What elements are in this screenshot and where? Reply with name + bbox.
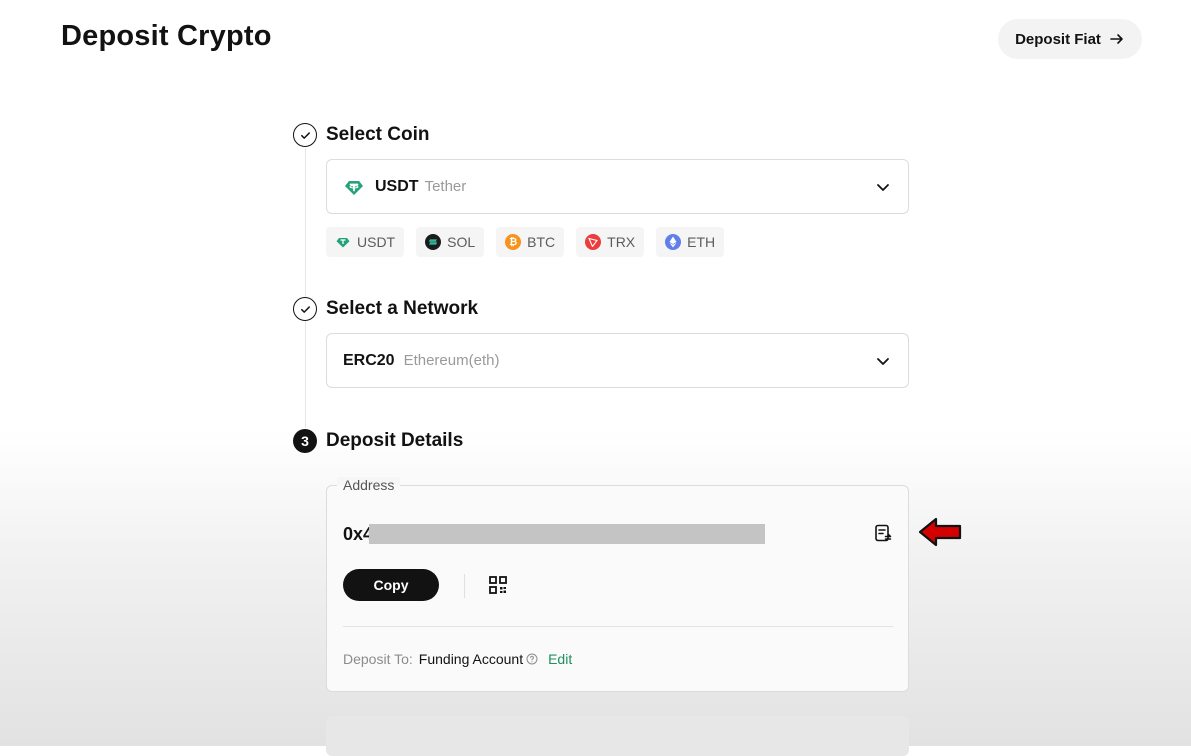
deposit-to-label: Deposit To: [343,651,413,667]
help-circle-icon[interactable] [526,653,538,665]
selected-network-name: Ethereum(eth) [403,352,500,369]
tether-icon [335,234,351,250]
step-2-title: Select a Network [326,298,479,319]
chevron-down-icon [877,358,889,365]
deposit-to-account: Funding Account [418,651,524,667]
horizontal-divider [343,626,893,627]
red-pointer-arrow-icon [918,517,962,547]
coin-chip-sol[interactable]: SOL [416,227,485,257]
copy-address-button[interactable]: Copy [343,569,439,601]
coin-chip-label: BTC [527,234,556,250]
quick-coin-chips: USDT SOL ₿ BTC TRX ETH [326,227,725,257]
step-2-check-icon [293,297,317,321]
step-1-check-icon [293,123,317,147]
bitcoin-icon: ₿ [505,234,522,250]
step-1-title: Select Coin [326,124,430,145]
coin-chip-eth[interactable]: ETH [656,227,725,257]
coin-chip-label: SOL [447,234,476,250]
edit-deposit-account-link[interactable]: Edit [548,651,572,667]
address-panel: Address 0x4 Copy Deposit To: Funding Acc… [326,477,909,692]
step-timeline [305,148,306,428]
network-select[interactable]: ERC20 Ethereum(eth) [326,333,909,388]
coin-chip-label: USDT [357,234,396,250]
ethereum-icon [665,234,682,250]
coin-chip-usdt[interactable]: USDT [326,227,405,257]
selected-coin-symbol: USDT [375,177,419,195]
vertical-divider [464,574,465,598]
selected-network: ERC20 [343,351,395,369]
deposit-fiat-button[interactable]: Deposit Fiat [998,19,1142,59]
coin-chip-label: ETH [687,234,716,250]
solana-icon [425,234,442,250]
step-3-title: Deposit Details [326,430,464,451]
arrow-right-icon [1110,34,1123,44]
next-panel-partial [326,716,909,756]
tether-icon [345,180,363,195]
deposit-to-row: Deposit To: Funding Account Edit [343,651,572,667]
switch-address-icon[interactable] [873,523,893,543]
coin-chip-trx[interactable]: TRX [576,227,645,257]
address-label: Address [337,477,401,493]
coin-chip-btc[interactable]: ₿ BTC [496,227,565,257]
deposit-fiat-label: Deposit Fiat [1015,30,1101,48]
coin-chip-label: TRX [607,234,636,250]
page-title: Deposit Crypto [61,20,272,52]
selected-coin-name: Tether [424,178,467,195]
step-3-number: 3 [293,429,317,453]
tron-icon [585,234,602,250]
address-redacted-block [369,524,765,544]
qr-code-icon[interactable] [488,575,508,595]
chevron-down-icon [877,184,889,191]
coin-select[interactable]: USDT Tether [326,159,909,214]
